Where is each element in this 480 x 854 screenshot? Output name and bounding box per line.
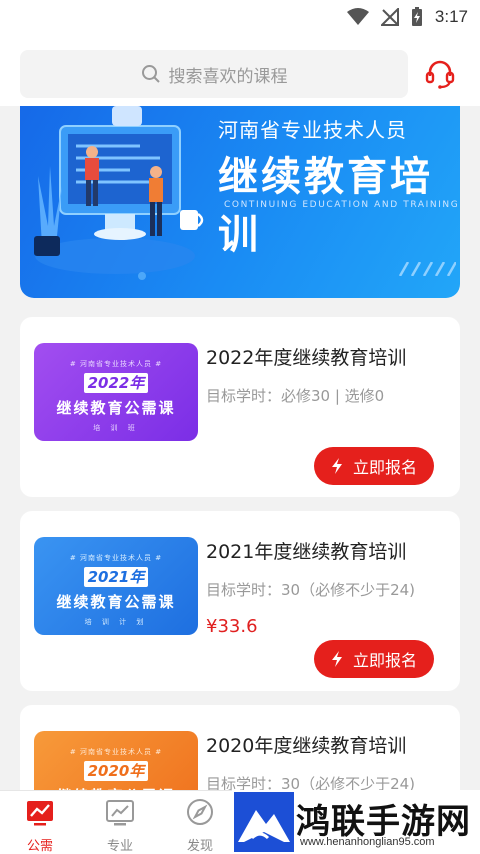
watermark-url: www.henanhonglian95.com [300, 836, 435, 848]
nav-label: 专业 [106, 839, 133, 854]
headset-icon [425, 60, 455, 89]
course-thumbnail: # 河南省专业技术人员 # 2021年 继续教育公需课 培 训 计 划 [34, 537, 198, 635]
enroll-button[interactable]: 立即报名 [314, 447, 434, 485]
trend-icon [106, 800, 134, 826]
enroll-label: 立即报名 [352, 651, 417, 670]
mountain-logo-icon [234, 792, 294, 852]
promo-banner[interactable]: 河南省专业技术人员 继续教育培训 CONTINUING EDUCATION AN… [20, 106, 460, 298]
signal-icon [380, 8, 399, 26]
search-icon [141, 65, 160, 83]
course-price: ¥33.6 [206, 616, 258, 637]
thumbnail-footer: 培 训 计 划 [84, 618, 148, 626]
course-hours: 目标学时：30（必修不少于24) [206, 581, 416, 599]
nav-item-discover[interactable]: 发现 [170, 797, 230, 854]
thumbnail-header: # 河南省专业技术人员 # [69, 360, 163, 368]
course-title: 2021年度继续教育培训 [206, 541, 407, 563]
header: 搜索喜欢的课程 [0, 34, 480, 106]
battery-icon [411, 7, 422, 26]
thumbnail-header: # 河南省专业技术人员 # [69, 748, 163, 756]
enroll-label: 立即报名 [352, 458, 417, 477]
compass-icon [187, 799, 213, 825]
search-input[interactable]: 搜索喜欢的课程 [20, 50, 408, 98]
banner-subtitle: 河南省专业技术人员 [218, 118, 407, 142]
nav-label: 公需 [26, 839, 53, 854]
nav-item-professional[interactable]: 专业 [90, 797, 150, 854]
thumbnail-title: 继续教育公需课 [56, 399, 176, 417]
course-title: 2020年度继续教育培训 [206, 735, 407, 757]
banner-illustration [34, 106, 204, 280]
status-time: 3:17 [434, 7, 468, 26]
banner-english-text: CONTINUING EDUCATION AND TRAINING [224, 200, 460, 210]
thumbnail-year: 2020年 [84, 761, 148, 781]
banner-stripes [398, 262, 456, 276]
status-bar: 3:17 [0, 0, 480, 34]
wifi-icon [346, 8, 369, 25]
course-title: 2022年度继续教育培训 [206, 347, 407, 369]
course-card[interactable]: # 河南省专业技术人员 # 2021年 继续教育公需课 培 训 计 划 2021… [20, 511, 460, 691]
lightning-icon [331, 651, 342, 667]
nav-label: 发现 [186, 839, 213, 854]
search-placeholder: 搜索喜欢的课程 [168, 66, 288, 87]
lightning-icon [331, 458, 342, 474]
thumbnail-year: 2021年 [84, 567, 148, 587]
course-thumbnail: # 河南省专业技术人员 # 2022年 继续教育公需课 培 训 班 [34, 343, 198, 441]
customer-service-button[interactable] [422, 56, 458, 92]
site-watermark: 鸿联手游网 www.henanhonglian95.com [232, 790, 480, 854]
enroll-button[interactable]: 立即报名 [314, 640, 434, 678]
thumbnail-footer: 培 训 班 [93, 424, 139, 432]
course-hours: 目标学时：必修30 | 选修0 [206, 387, 385, 405]
chart-icon [27, 801, 53, 826]
thumbnail-year: 2022年 [84, 373, 148, 393]
nav-item-public[interactable]: 公需 [10, 797, 70, 854]
thumbnail-title: 继续教育公需课 [56, 593, 176, 611]
thumbnail-header: # 河南省专业技术人员 # [69, 554, 163, 562]
course-card[interactable]: # 河南省专业技术人员 # 2022年 继续教育公需课 培 训 班 2022年度… [20, 317, 460, 497]
